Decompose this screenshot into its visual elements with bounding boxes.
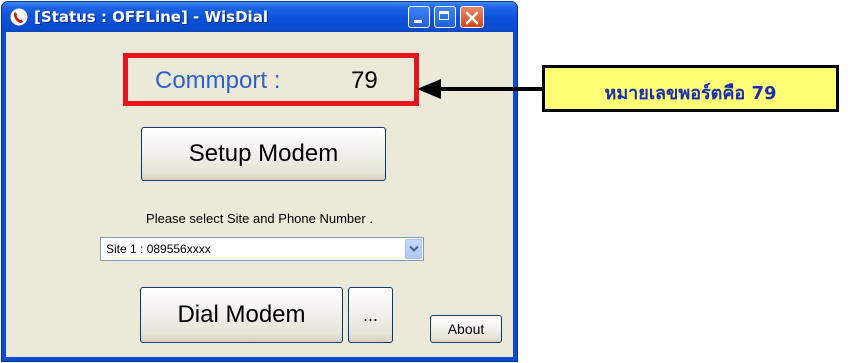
window-title: [Status : OFFLine] - WisDial	[34, 8, 268, 26]
chevron-down-icon[interactable]	[405, 239, 422, 259]
commport-highlight-box: Commport : 79	[123, 53, 419, 106]
arrow-left-icon	[417, 79, 545, 99]
phone-handset-icon	[10, 8, 28, 26]
commport-value: 79	[351, 67, 378, 94]
dial-modem-button[interactable]: Dial Modem	[140, 287, 343, 343]
wisdial-window: [Status : OFFLine] - WisDial Commport : …	[1, 1, 518, 362]
close-icon[interactable]	[460, 6, 484, 28]
title-bar[interactable]: [Status : OFFLine] - WisDial	[2, 2, 517, 32]
site-select-prompt: Please select Site and Phone Number .	[146, 211, 373, 226]
more-options-button[interactable]: ...	[348, 287, 393, 343]
commport-label: Commport :	[155, 67, 281, 94]
setup-modem-button[interactable]: Setup Modem	[141, 127, 386, 181]
annotation-callout: หมายเลขพอร์ตคือ 79	[542, 65, 839, 112]
site-phone-select[interactable]: Site 1 : 089556xxxx	[100, 237, 424, 261]
maximize-icon[interactable]	[434, 6, 456, 28]
minimize-icon[interactable]	[408, 6, 430, 28]
annotation-text: หมายเลขพอร์ตคือ 79	[604, 83, 777, 104]
site-phone-selected-value: Site 1 : 089556xxxx	[106, 242, 211, 256]
about-button[interactable]: About	[430, 315, 502, 343]
